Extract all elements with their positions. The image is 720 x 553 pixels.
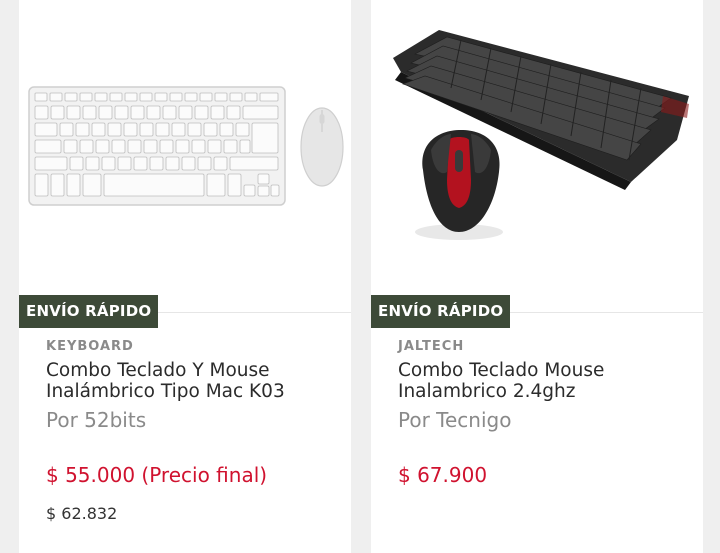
product-image[interactable] [19,0,351,312]
black-keyboard-mouse-image [393,30,689,240]
fast-shipping-badge: ENVÍO RÁPIDO [19,295,159,328]
product-image[interactable] [371,0,703,312]
product-seller: Por 52bits [46,408,147,432]
product-old-price: $ 62.832 [46,504,118,523]
product-brand: KEYBOARD [46,339,134,354]
product-price: $ 55.000 (Precio final) [46,463,268,487]
product-title[interactable]: Combo Teclado Y Mouse Inalámbrico Tipo M… [46,360,336,402]
product-brand: JALTECH [398,339,465,354]
white-keyboard-mouse-image [28,86,344,206]
product-seller: Por Tecnigo [398,408,512,432]
product-title[interactable]: Combo Teclado Mouse Inalambrico 2.4ghz [398,360,688,402]
product-card[interactable]: ENVÍO RÁPIDO JALTECH Combo Teclado Mouse… [371,0,703,553]
product-card[interactable]: ENVÍO RÁPIDO KEYBOARD Combo Teclado Y Mo… [19,0,351,553]
product-price: $ 67.900 [398,463,488,487]
fast-shipping-badge: ENVÍO RÁPIDO [371,295,511,328]
